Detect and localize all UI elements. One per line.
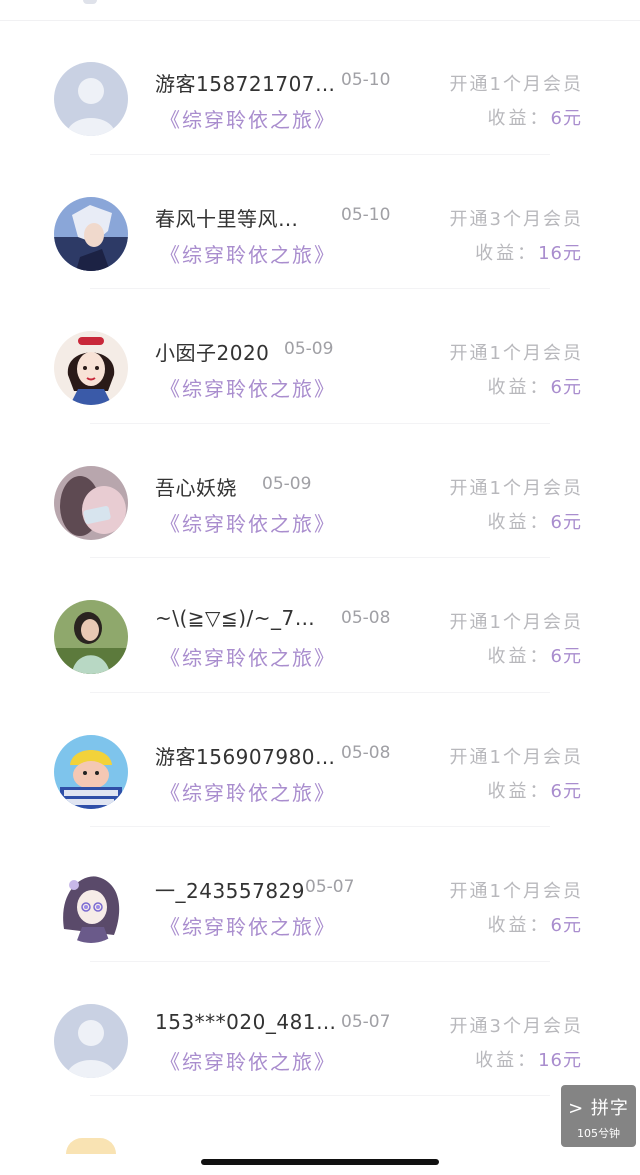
income-label: 收益： <box>487 108 551 129</box>
woman-photo-avatar[interactable] <box>54 600 128 674</box>
membership-plan: 开通1个月会员 <box>449 881 583 902</box>
cartoon-meme-avatar[interactable] <box>54 734 128 809</box>
user-name: 游客158721707… <box>155 72 336 96</box>
income-label: 收益： <box>475 1049 539 1071</box>
user-name: 吾心妖娆 <box>155 475 237 500</box>
membership-plan: 开通1个月会员 <box>449 612 583 633</box>
user-name: ~\(≧▽≦)/~_7… <box>155 606 316 630</box>
default-avatar[interactable] <box>54 1003 128 1078</box>
record-date: 05-10 <box>341 70 391 90</box>
book-title-link[interactable]: 《综穿聆依之旅》 <box>160 777 336 806</box>
membership-plan: 开通1个月会员 <box>449 343 583 364</box>
snow-white-avatar[interactable] <box>54 331 128 405</box>
user-name: 153***020_481… <box>155 1009 337 1034</box>
list-item[interactable]: ~\(≧▽≦)/~_7… 05-08 《综穿聆依之旅》 开通1个月会员 收益：6… <box>0 558 640 693</box>
book-title-link[interactable]: 《综穿聆依之旅》 <box>160 104 336 133</box>
income-label: 收益： <box>475 242 539 264</box>
income: 收益：16元 <box>475 1046 582 1072</box>
next-item-avatar-partial <box>66 1138 116 1154</box>
record-date: 05-07 <box>341 1011 391 1032</box>
partial-avatar <box>83 0 97 4</box>
divider <box>90 1095 550 1096</box>
income: 收益：6元 <box>488 508 582 534</box>
income-label: 收益： <box>487 511 551 533</box>
book-title-link[interactable]: 《综穿聆依之旅》 <box>160 373 336 402</box>
user-name: 小囡子2020 <box>155 341 270 365</box>
record-date: 05-08 <box>341 742 391 763</box>
income-label: 收益： <box>487 377 551 398</box>
income: 收益：6元 <box>488 911 582 937</box>
income-amount: 6元 <box>550 108 582 129</box>
list-item[interactable]: 153***020_481… 05-07 《综穿聆依之旅》 开通3个月会员 收益… <box>0 962 640 1096</box>
list-item[interactable]: 游客158721707… 05-10 《综穿聆依之旅》 开通1个月会员 收益：6… <box>0 20 640 155</box>
income-label: 收益： <box>487 646 551 667</box>
user-name: 一_243557829 <box>155 879 306 903</box>
book-title-link[interactable]: 《综穿聆依之旅》 <box>160 1046 336 1075</box>
income: 收益：6元 <box>488 104 582 130</box>
anime-boy-avatar[interactable] <box>54 196 128 271</box>
book-title-link[interactable]: 《综穿聆依之旅》 <box>160 642 336 671</box>
membership-plan: 开通3个月会员 <box>449 208 583 230</box>
income-label: 收益： <box>487 780 551 802</box>
record-date: 05-09 <box>262 473 312 494</box>
income-amount: 6元 <box>550 780 582 802</box>
income-amount: 6元 <box>550 646 582 667</box>
membership-plan: 开通3个月会员 <box>449 1015 583 1037</box>
income: 收益：16元 <box>475 239 582 265</box>
income-amount: 6元 <box>550 377 582 398</box>
anime-girl-avatar[interactable] <box>54 869 128 943</box>
pinyin-badge-title: > 拼字 <box>568 1098 629 1119</box>
record-date: 05-09 <box>284 339 334 359</box>
income: 收益：6元 <box>488 642 582 668</box>
membership-plan: 开通1个月会员 <box>449 477 583 499</box>
list-item[interactable]: 一_243557829 05-07 《综穿聆依之旅》 开通1个月会员 收益：6元 <box>0 827 640 962</box>
list-item[interactable]: 吾心妖娆 05-09 《综穿聆依之旅》 开通1个月会员 收益：6元 <box>0 424 640 558</box>
income-amount: 16元 <box>538 1049 582 1071</box>
user-name: 春风十里等风… <box>155 206 299 231</box>
income-amount: 6元 <box>550 511 582 533</box>
record-date: 05-08 <box>341 608 391 628</box>
user-name: 游客156907980… <box>155 744 336 769</box>
income: 收益：6元 <box>488 777 582 803</box>
previous-row-edge <box>0 0 640 21</box>
income-amount: 16元 <box>538 242 582 264</box>
list-item[interactable]: 小囡子2020 05-09 《综穿聆依之旅》 开通1个月会员 收益：6元 <box>0 289 640 424</box>
book-title-link[interactable]: 《综穿聆依之旅》 <box>160 508 336 537</box>
home-indicator[interactable] <box>201 1159 439 1165</box>
default-avatar[interactable] <box>54 62 128 136</box>
income: 收益：6元 <box>488 373 582 399</box>
pinyin-badge[interactable]: > 拼字 105兮钟 <box>561 1085 636 1147</box>
earnings-list: 游客158721707… 05-10 《综穿聆依之旅》 开通1个月会员 收益：6… <box>0 20 640 1096</box>
photo-avatar[interactable] <box>54 465 128 540</box>
list-item[interactable]: 游客156907980… 05-08 《综穿聆依之旅》 开通1个月会员 收益：6… <box>0 693 640 827</box>
membership-plan: 开通1个月会员 <box>449 746 583 768</box>
income-label: 收益： <box>487 915 551 936</box>
income-amount: 6元 <box>550 915 582 936</box>
book-title-link[interactable]: 《综穿聆依之旅》 <box>160 911 336 940</box>
record-date: 05-07 <box>305 877 355 897</box>
record-date: 05-10 <box>341 204 391 225</box>
pinyin-badge-subtitle: 105兮钟 <box>577 1127 620 1140</box>
book-title-link[interactable]: 《综穿聆依之旅》 <box>160 239 336 268</box>
membership-plan: 开通1个月会员 <box>449 74 583 95</box>
list-item[interactable]: 春风十里等风… 05-10 《综穿聆依之旅》 开通3个月会员 收益：16元 <box>0 155 640 289</box>
